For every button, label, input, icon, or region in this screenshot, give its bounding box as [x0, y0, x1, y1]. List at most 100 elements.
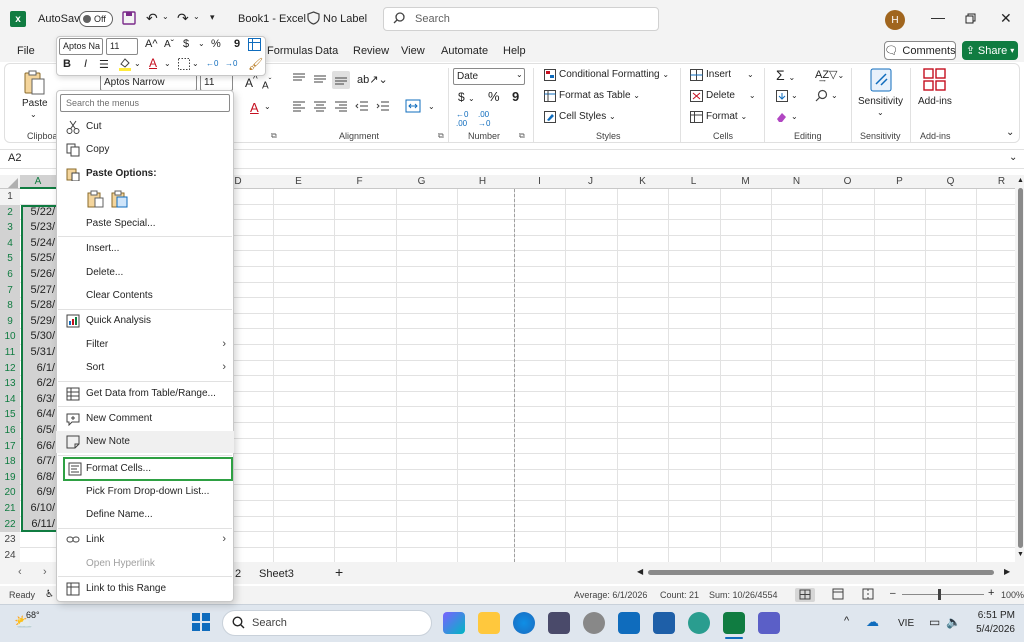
cell-a13[interactable]: 6/2/ [22, 376, 57, 392]
cell-a4[interactable]: 5/24/ [22, 235, 57, 252]
mini-borders-dropdown-icon[interactable]: ⌄ [192, 59, 199, 68]
cell-a2[interactable]: 5/22/ [22, 204, 57, 221]
cell-styles-button[interactable]: Cell Styles ⌄ [559, 111, 616, 122]
cell-a12[interactable]: 6/1/ [22, 360, 57, 377]
row-header[interactable]: 2 [0, 204, 20, 221]
menu-item-link[interactable]: Link › [56, 529, 234, 551]
menu-item-define-name[interactable]: Define Name... [56, 504, 234, 526]
top-align-icon[interactable] [292, 73, 306, 85]
decrease-decimal-icon[interactable]: .00 →0 [478, 110, 490, 128]
row-header[interactable]: 18 [0, 454, 20, 470]
menu-item-delete[interactable]: Delete... [56, 262, 234, 284]
column-header-g[interactable]: G [396, 175, 447, 189]
horizontal-scroll-thumb[interactable] [648, 570, 994, 575]
column-header-m[interactable]: M [720, 175, 771, 189]
row-header[interactable]: 16 [0, 423, 20, 439]
excel-taskbar-icon[interactable] [723, 612, 745, 634]
conditional-formatting-icon[interactable] [544, 69, 556, 81]
number-format-dropdown[interactable]: Date [453, 68, 525, 85]
sort-filter-icon[interactable]: A͢Z▽⌄ [815, 68, 844, 81]
close-icon[interactable]: ✕ [1000, 10, 1012, 27]
column-header-i[interactable]: I [514, 175, 565, 189]
mini-increase-decimal-icon[interactable]: ←0 [206, 59, 218, 68]
comments-button[interactable]: 🗨 Comments [884, 41, 956, 60]
cell-a22[interactable]: 6/11/ [22, 516, 57, 533]
paste-dropdown-icon[interactable]: ⌄ [30, 110, 37, 119]
sensitivity-dropdown-icon[interactable]: ⌄ [877, 108, 884, 117]
paste-picture-icon[interactable] [110, 190, 128, 208]
fill-icon[interactable] [776, 90, 788, 102]
row-header[interactable]: 7 [0, 282, 20, 299]
paste-label[interactable]: Paste [22, 98, 48, 109]
align-right-icon[interactable] [334, 100, 348, 112]
bottom-align-icon[interactable] [332, 71, 350, 89]
row-header[interactable]: 13 [0, 376, 20, 392]
alignment-dialog-launcher-icon[interactable]: ⧉ [438, 131, 444, 141]
column-header-o[interactable]: O [822, 175, 873, 189]
delete-button[interactable]: Delete ⌄ [706, 90, 756, 101]
menu-item-format-cells[interactable]: Format Cells... [63, 457, 233, 481]
network-icon[interactable]: ▭ [929, 615, 940, 629]
middle-align-icon[interactable] [313, 73, 327, 85]
merge-dropdown-icon[interactable]: ⌄ [428, 102, 435, 111]
format-cells-icon[interactable] [690, 111, 703, 123]
cell-styles-icon[interactable] [544, 111, 556, 123]
menu-item-link-to-range[interactable]: Link to this Range [56, 578, 234, 600]
cell-a18[interactable]: 6/7/ [22, 454, 57, 470]
mini-format-table-icon[interactable] [248, 38, 261, 51]
autosum-icon[interactable]: Σ ⌄ [776, 67, 795, 83]
onedrive-icon[interactable]: ☁ [866, 614, 879, 630]
column-header-p[interactable]: P [874, 175, 925, 189]
currency-icon[interactable]: $ ⌄ [458, 90, 475, 104]
mini-font-size[interactable]: 11 [106, 38, 138, 55]
menu-item-cut[interactable]: Cut [56, 116, 234, 138]
undo-icon[interactable]: ↶ [146, 10, 158, 27]
cell-a20[interactable]: 6/9/ [22, 485, 57, 501]
sheet-tab-sheet3[interactable]: Sheet3 [259, 568, 294, 580]
add-sheet-button[interactable]: + [335, 564, 343, 580]
column-header-a[interactable]: A [20, 175, 56, 189]
redo-icon[interactable]: ↷ [177, 10, 189, 27]
select-all-icon[interactable] [8, 178, 18, 188]
cell-a7[interactable]: 5/27/ [22, 282, 57, 299]
cell-a21[interactable]: 6/10/ [22, 501, 57, 517]
teams-app-icon[interactable] [758, 612, 780, 634]
menu-item-new-comment[interactable]: New Comment [56, 408, 234, 430]
mini-decrease-font-icon[interactable]: Aˇ [164, 39, 174, 50]
row-header[interactable]: 8 [0, 298, 20, 314]
accessibility-icon[interactable]: ♿ [45, 589, 54, 600]
zoom-out-icon[interactable]: – [890, 588, 896, 599]
avatar[interactable]: H [885, 10, 905, 30]
format-button[interactable]: Format ⌄ [706, 111, 747, 122]
normal-view-icon[interactable] [795, 588, 815, 602]
settings-gear-icon[interactable] [583, 612, 605, 634]
copilot-app-icon[interactable] [443, 612, 465, 634]
align-left-icon[interactable] [292, 100, 306, 112]
row-header[interactable]: 17 [0, 438, 20, 455]
column-header-l[interactable]: L [668, 175, 719, 189]
menu-search-input[interactable]: Search the menus [60, 94, 230, 112]
customize-qat-icon[interactable]: ▾ [210, 12, 215, 23]
column-header-h[interactable]: H [457, 175, 508, 189]
row-header[interactable]: 15 [0, 407, 20, 423]
cell-a5[interactable]: 5/25/ [22, 251, 57, 267]
column-header-k[interactable]: K [617, 175, 668, 189]
clear-dropdown-icon[interactable]: ⌄ [791, 112, 798, 121]
mini-format-painter-icon[interactable]: 🖌 [248, 57, 263, 71]
delete-cells-icon[interactable] [690, 90, 703, 102]
redo-dropdown-icon[interactable]: ⌄ [193, 12, 200, 21]
clear-icon[interactable] [775, 111, 787, 123]
zoom-slider-thumb[interactable] [938, 589, 941, 600]
font-color-dropdown-icon[interactable]: ⌄ [264, 102, 271, 111]
row-header[interactable]: 9 [0, 313, 20, 330]
cell-a14[interactable]: 6/3/ [22, 391, 57, 408]
mini-fill-dropdown-icon[interactable]: ⌄ [134, 59, 141, 68]
undo-dropdown-icon[interactable]: ⌄ [162, 12, 169, 21]
cell-a10[interactable]: 5/30/ [22, 329, 57, 345]
menu-item-get-data[interactable]: Get Data from Table/Range... [56, 383, 234, 405]
number-dialog-launcher-icon[interactable]: ⧉ [519, 131, 525, 141]
row-header[interactable]: 11 [0, 345, 20, 361]
mini-font-color-icon[interactable]: A [149, 56, 157, 70]
mini-borders-icon[interactable] [178, 58, 190, 70]
menu-item-pick-from-list[interactable]: Pick From Drop-down List... [56, 481, 234, 503]
